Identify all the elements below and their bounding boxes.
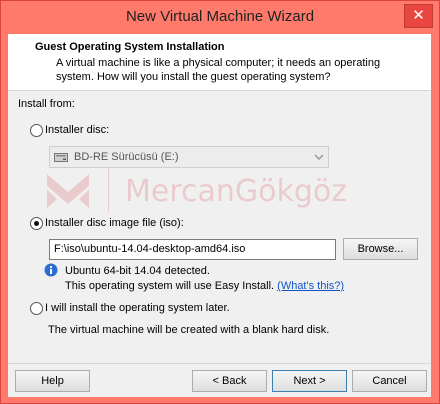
next-button[interactable]: Next > [272,370,347,392]
install-from-label: Install from: [18,98,75,110]
watermark: MercanGökgöz [38,164,438,224]
easy-install-note: This operating system will use Easy Inst… [65,280,344,292]
title-bar: New Virtual Machine Wizard ✕ [1,1,439,34]
installer-iso-label[interactable]: Installer disc image file (iso): [45,217,184,229]
whats-this-link[interactable]: (What's this?) [277,280,344,292]
installer-disc-radio[interactable] [30,124,43,137]
page-title: Guest Operating System Installation [35,41,225,53]
info-icon [44,263,58,277]
footer-divider [8,363,431,364]
disc-drive-value: BD-RE Sürücüsü (E:) [74,151,179,163]
watermark-logo-icon [47,174,89,208]
back-button[interactable]: < Back [192,370,267,392]
disc-drive-select: BD-RE Sürücüsü (E:) [49,146,329,168]
blank-disk-note: The virtual machine will be created with… [48,324,330,336]
browse-button[interactable]: Browse... [343,238,418,260]
wizard-window: New Virtual Machine Wizard ✕ Guest Opera… [0,0,440,404]
wizard-body: Guest Operating System Installation A vi… [8,34,431,397]
wizard-header: Guest Operating System Installation A vi… [8,34,431,91]
help-button[interactable]: Help [15,370,90,392]
install-later-radio[interactable] [30,302,43,315]
cancel-button[interactable]: Cancel [352,370,427,392]
detected-os-text: Ubuntu 64-bit 14.04 detected. [65,265,210,277]
installer-iso-radio[interactable] [30,217,43,230]
disc-icon [54,153,68,162]
watermark-text: MercanGökgöz [125,174,348,209]
install-later-label[interactable]: I will install the operating system late… [45,302,230,314]
watermark-divider [108,168,109,212]
close-icon: ✕ [412,6,425,24]
iso-path-value: F:\iso\ubuntu-14.04-desktop-amd64.iso [54,243,246,255]
easy-install-text: This operating system will use Easy Inst… [65,280,275,292]
installer-disc-label[interactable]: Installer disc: [45,124,109,136]
close-button[interactable]: ✕ [404,4,433,28]
window-title: New Virtual Machine Wizard [125,8,315,25]
chevron-down-icon [314,154,324,161]
iso-path-input[interactable]: F:\iso\ubuntu-14.04-desktop-amd64.iso [49,239,336,260]
page-subtitle: A virtual machine is like a physical com… [56,57,381,83]
